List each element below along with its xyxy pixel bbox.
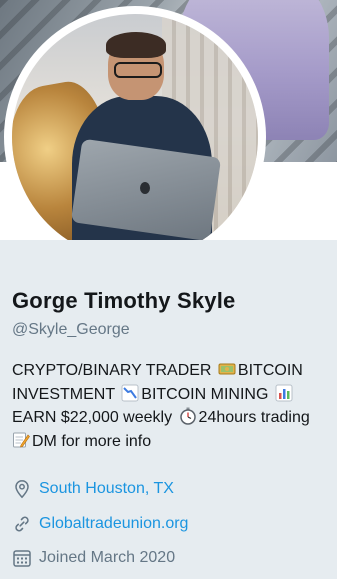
- bio-text: EARN $22,000 weekly: [12, 409, 173, 426]
- money-banknote-emoji: [218, 363, 236, 375]
- location-row: South Houston, TX: [12, 477, 174, 501]
- calendar-icon: [13, 550, 31, 567]
- bio-line-2: INVESTMENT BITCOIN MINING: [12, 383, 332, 407]
- bio-text: CRYPTO/BINARY TRADER: [12, 362, 212, 379]
- website-row: Globaltradeunion.org: [12, 512, 188, 536]
- avatar-hair: [106, 32, 166, 58]
- bio-line-3: EARN $22,000 weekly 24hours trading: [12, 406, 332, 430]
- joined-text: Joined March 2020: [39, 549, 176, 566]
- avatar-laptop-logo: [140, 182, 150, 194]
- bio-line-1: CRYPTO/BINARY TRADER BITCOIN: [12, 359, 332, 383]
- bio-text: 24hours trading: [198, 409, 310, 426]
- joined-row: Joined March 2020: [12, 546, 175, 570]
- bar-chart-emoji: [275, 384, 293, 401]
- profile-bio: CRYPTO/BINARY TRADER BITCOIN INVESTMENT …: [12, 359, 332, 453]
- profile-handle: @Skyle_George: [12, 321, 130, 338]
- website-link[interactable]: Globaltradeunion.org: [39, 515, 188, 533]
- avatar-border[interactable]: [4, 6, 266, 268]
- stopwatch-emoji: [179, 407, 196, 425]
- location-pin-icon: [15, 480, 29, 499]
- memo-emoji: [13, 432, 30, 447]
- chart-decreasing-emoji: [121, 384, 139, 401]
- bio-line-4: DM for more info: [12, 430, 332, 454]
- bio-text: DM for more info: [32, 432, 152, 450]
- profile-name: Gorge Timothy Skyle: [12, 288, 236, 313]
- bio-text: INVESTMENT: [12, 385, 115, 403]
- bio-text: BITCOIN: [237, 362, 303, 379]
- link-icon: [15, 516, 29, 532]
- avatar[interactable]: [12, 14, 258, 260]
- bio-text: BITCOIN MINING: [141, 385, 269, 403]
- profile-info: Gorge Timothy Skyle @Skyle_George CRYPTO…: [0, 240, 337, 579]
- location-text[interactable]: South Houston, TX: [39, 480, 174, 498]
- avatar-glasses: [114, 62, 162, 78]
